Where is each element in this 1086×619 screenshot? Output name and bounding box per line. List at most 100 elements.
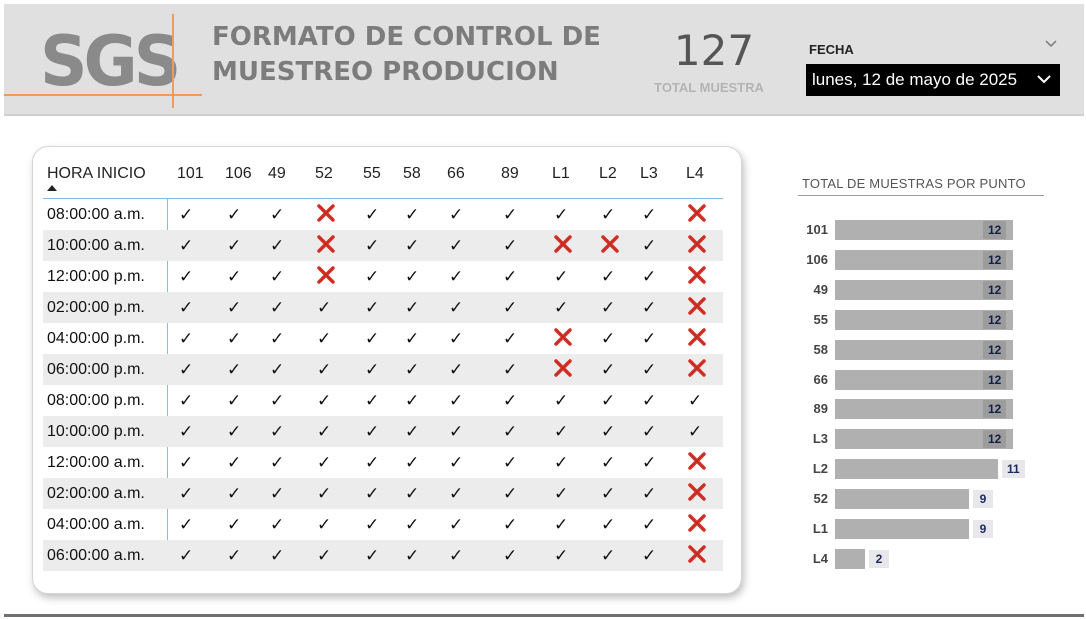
check-icon: ✓: [405, 515, 420, 534]
bar-value-label: 12: [983, 310, 1007, 329]
cross-icon: [317, 199, 335, 230]
column-header[interactable]: 89: [501, 163, 519, 185]
check-icon: ✓: [227, 236, 242, 255]
bar-value-label: 9: [973, 490, 993, 509]
bar-category-label: 101: [806, 222, 828, 237]
check-icon: ✓: [554, 267, 569, 286]
bar[interactable]: [835, 489, 969, 510]
column-header[interactable]: L2: [599, 163, 617, 185]
column-header[interactable]: 101: [177, 163, 204, 185]
check-icon: ✓: [642, 329, 657, 348]
table-row: 02:00:00 a.m. ✓ ✓ ✓ ✓ ✓ ✓ ✓ ✓ ✓ ✓ ✓: [43, 478, 723, 509]
check-icon: ✓: [503, 515, 518, 534]
bar[interactable]: [835, 519, 969, 539]
check-icon: ✓: [554, 422, 569, 441]
check-icon: ✓: [601, 453, 616, 472]
total-samples-value: 127: [673, 26, 755, 75]
date-select-value: lunes, 12 de mayo de 2025: [812, 70, 1018, 89]
check-icon: ✓: [554, 546, 569, 565]
cross-icon: [688, 323, 706, 354]
bar-category-label: L2: [812, 461, 828, 477]
time-cell: 06:00:00 p.m.: [47, 361, 145, 378]
check-icon: ✓: [405, 453, 420, 472]
column-header[interactable]: 58: [403, 163, 421, 185]
column-header[interactable]: 106: [225, 163, 252, 185]
check-icon: ✓: [227, 484, 242, 503]
check-icon: ✓: [503, 298, 518, 317]
bar-row: 49 12: [798, 279, 1048, 301]
column-header[interactable]: L3: [640, 163, 658, 185]
bar-row: 52 9: [798, 488, 1048, 510]
check-icon: ✓: [601, 515, 616, 534]
table-row: 06:00:00 a.m. ✓ ✓ ✓ ✓ ✓ ✓ ✓ ✓ ✓ ✓ ✓: [43, 540, 723, 571]
table-row: 04:00:00 a.m. ✓ ✓ ✓ ✓ ✓ ✓ ✓ ✓ ✓ ✓ ✓: [43, 509, 723, 540]
report-title: FORMATO DE CONTROL DE MUESTREO PRODUCION: [212, 20, 652, 90]
check-icon: ✓: [317, 484, 332, 503]
table-row: 10:00:00 a.m. ✓ ✓ ✓ ✓ ✓ ✓ ✓ ✓: [43, 230, 723, 261]
column-header[interactable]: 66: [447, 163, 465, 185]
check-icon: ✓: [179, 546, 194, 565]
column-header[interactable]: L4: [686, 163, 704, 185]
bar-value-label: 9: [973, 520, 993, 538]
check-icon: ✓: [688, 391, 703, 410]
cross-icon: [688, 230, 706, 261]
bar-value-label: 12: [983, 340, 1007, 359]
check-icon: ✓: [270, 360, 285, 379]
check-icon: ✓: [270, 453, 285, 472]
check-icon: ✓: [179, 484, 194, 503]
bar-category-label: 58: [813, 341, 828, 357]
check-icon: ✓: [449, 298, 464, 317]
bar-category-label: L4: [812, 550, 828, 566]
check-icon: ✓: [365, 546, 380, 565]
check-icon: ✓: [642, 360, 657, 379]
footer-divider: [4, 614, 1084, 617]
check-icon: ✓: [449, 422, 464, 441]
check-icon: ✓: [365, 329, 380, 348]
check-icon: ✓: [365, 422, 380, 441]
column-header-hora-inicio[interactable]: HORA INICIO: [47, 163, 146, 185]
column-header[interactable]: 49: [268, 163, 286, 185]
check-icon: ✓: [405, 236, 420, 255]
check-icon: ✓: [449, 484, 464, 503]
check-icon: ✓: [503, 546, 518, 565]
check-icon: ✓: [601, 205, 616, 224]
check-icon: ✓: [449, 205, 464, 224]
time-cell: 06:00:00 a.m.: [47, 547, 145, 564]
check-icon: ✓: [449, 391, 464, 410]
check-icon: ✓: [365, 453, 380, 472]
cross-icon: [554, 323, 572, 354]
column-header[interactable]: L1: [552, 163, 570, 185]
check-icon: ✓: [449, 360, 464, 379]
column-header[interactable]: 52: [315, 163, 333, 185]
chevron-down-icon[interactable]: [1044, 38, 1058, 52]
column-header[interactable]: 55: [363, 163, 381, 185]
time-cell: 02:00:00 p.m.: [47, 299, 145, 316]
time-cell: 10:00:00 p.m.: [47, 423, 145, 440]
check-icon: ✓: [365, 298, 380, 317]
bar-row: 58 12: [798, 339, 1048, 361]
check-icon: ✓: [642, 205, 657, 224]
check-icon: ✓: [503, 391, 518, 410]
bar-category-label: L3: [812, 431, 828, 447]
check-icon: ✓: [179, 391, 194, 410]
cross-icon: [688, 199, 706, 230]
time-cell: 02:00:00 a.m.: [47, 485, 145, 502]
bar-category-label: 66: [813, 371, 828, 387]
check-icon: ✓: [365, 360, 380, 379]
date-select-dropdown[interactable]: lunes, 12 de mayo de 2025: [806, 64, 1060, 96]
check-icon: ✓: [227, 391, 242, 410]
cross-icon: [688, 354, 706, 385]
cross-icon: [688, 292, 706, 323]
title-line-1: FORMATO DE CONTROL DE: [212, 22, 601, 52]
report-header: SGS FORMATO DE CONTROL DE MUESTREO PRODU…: [4, 4, 1084, 116]
bar[interactable]: [835, 459, 998, 480]
check-icon: ✓: [405, 484, 420, 503]
bar[interactable]: [835, 548, 865, 569]
check-icon: ✓: [365, 236, 380, 255]
check-icon: ✓: [642, 236, 657, 255]
bar-row: 66 12: [798, 369, 1048, 391]
check-icon: ✓: [449, 546, 464, 565]
check-icon: ✓: [642, 298, 657, 317]
check-icon: ✓: [227, 298, 242, 317]
check-icon: ✓: [449, 267, 464, 286]
